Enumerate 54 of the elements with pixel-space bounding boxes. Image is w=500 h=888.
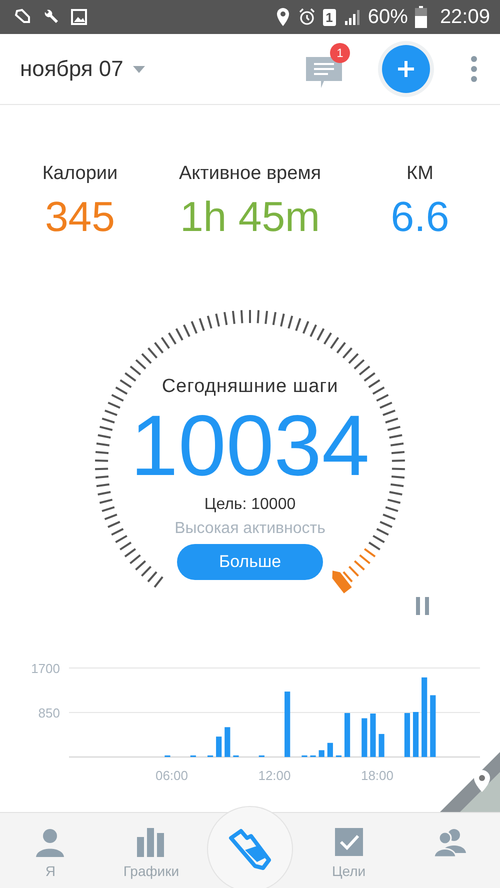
axis-label: 18:00 [360, 768, 394, 783]
notification-badge: 1 [330, 43, 350, 63]
stat-value: 1h 45m [180, 193, 320, 241]
steps-count: 10034 [130, 398, 370, 494]
stat-value: 6.6 [390, 193, 450, 241]
chart-bar [327, 742, 333, 757]
bar-chart-icon [136, 827, 166, 857]
plus-icon [396, 59, 416, 79]
more-button[interactable]: Больше [177, 544, 323, 580]
steps-goal: Цель: 10000 [204, 496, 296, 514]
chart-bar [216, 736, 222, 757]
stat-label: КМ [406, 163, 434, 185]
nav-tab[interactable]: Я [5, 813, 96, 880]
message-icon[interactable] [306, 55, 342, 89]
axis-label: 12:00 [258, 768, 291, 783]
chart-bar [412, 712, 419, 757]
stat-label: Активное время [178, 163, 322, 185]
clock-time: 22:09 [440, 6, 490, 28]
date-dropdown[interactable]: ноября 07 [20, 56, 146, 82]
caret-icon [133, 66, 146, 72]
image-icon [70, 8, 88, 26]
chart-bar [284, 692, 290, 757]
battery-percent: 60% [368, 6, 408, 28]
chart-bar [224, 727, 230, 757]
signal-icon [342, 8, 361, 26]
stat-label: Калории [42, 163, 118, 185]
chart-bar [378, 734, 384, 757]
chart-bar [318, 750, 324, 757]
people-icon [434, 827, 466, 857]
chart-bar [430, 695, 436, 757]
more-menu-icon[interactable] [470, 55, 478, 83]
pause-icon[interactable] [416, 597, 430, 615]
person-icon [35, 827, 66, 857]
axis-label: 850 [38, 706, 60, 720]
nav-tab[interactable]: Графики [106, 813, 196, 880]
steps-title: Сегодняшние шаги [162, 376, 338, 398]
nav-tab[interactable]: Цели [304, 813, 394, 880]
activity-level: Высокая активность [174, 520, 326, 538]
gauge-marker [332, 570, 352, 594]
sim-indicator: 1 [322, 8, 336, 26]
chart-bar [404, 713, 410, 757]
checkbox-icon [334, 827, 364, 857]
add-button[interactable] [382, 45, 430, 93]
axis-label: 06:00 [155, 768, 188, 783]
wrench-icon [42, 8, 60, 26]
alarm-icon [298, 8, 316, 26]
location-pin-icon [274, 7, 291, 27]
chart-bar [362, 718, 368, 757]
chart-bar [370, 714, 376, 757]
axis-label: 1700 [31, 661, 60, 676]
chart-bar [344, 713, 350, 757]
battery-icon [414, 6, 427, 28]
stat-value: 345 [44, 193, 116, 241]
map-corner-icon[interactable] [440, 752, 500, 812]
